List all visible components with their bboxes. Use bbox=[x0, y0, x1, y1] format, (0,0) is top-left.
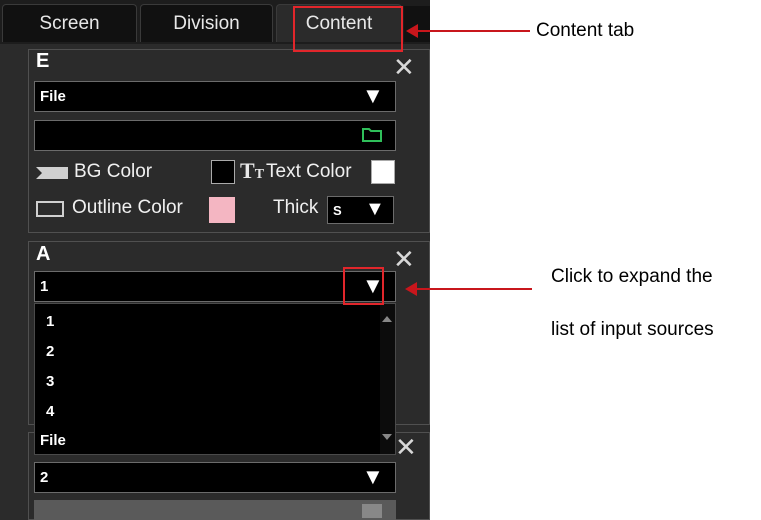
bg-color-icon bbox=[36, 166, 68, 180]
section-letter: A bbox=[36, 243, 51, 265]
expand-annotation-line1: Click to expand the bbox=[551, 266, 713, 287]
folder-icon[interactable] bbox=[362, 127, 382, 142]
source-select[interactable]: 1 bbox=[34, 271, 396, 302]
dropdown-option[interactable]: 3 bbox=[46, 373, 54, 390]
expand-button-highlight bbox=[343, 267, 384, 305]
source-select[interactable]: File bbox=[34, 81, 396, 112]
scroll-down-icon[interactable] bbox=[382, 434, 392, 440]
scroll-up-icon[interactable] bbox=[382, 316, 392, 322]
chevron-down-icon[interactable]: ▼ bbox=[362, 466, 384, 488]
content-tab-arrow-line bbox=[412, 30, 530, 32]
text-color-swatch[interactable] bbox=[371, 160, 395, 184]
folder-icon bbox=[362, 504, 382, 518]
outline-color-icon bbox=[36, 201, 64, 217]
source-select-value: 2 bbox=[40, 469, 49, 486]
bg-color-swatch[interactable] bbox=[211, 160, 235, 184]
source-select[interactable]: 2 bbox=[34, 462, 396, 493]
section-letter: E bbox=[36, 50, 50, 72]
text-color-icon: TT bbox=[240, 158, 265, 183]
dropdown-option[interactable]: File bbox=[40, 432, 66, 449]
thick-select-value: S bbox=[333, 202, 342, 218]
expand-annotation-line2: list of input sources bbox=[551, 319, 714, 340]
dropdown-option[interactable]: 4 bbox=[46, 403, 54, 420]
chevron-down-icon[interactable]: ▼ bbox=[362, 85, 384, 107]
close-icon[interactable]: ✕ bbox=[393, 246, 415, 272]
content-tab-annotation: Content tab bbox=[536, 20, 635, 41]
file-path-field-disabled bbox=[34, 500, 396, 520]
dropdown-option[interactable]: 2 bbox=[46, 343, 54, 360]
input-source-dropdown bbox=[34, 303, 396, 455]
outline-color-label: Outline Color bbox=[72, 197, 183, 218]
bg-color-label: BG Color bbox=[74, 161, 153, 182]
expand-arrow-line bbox=[414, 288, 532, 290]
source-select-value: 1 bbox=[40, 278, 49, 295]
tab-screen[interactable]: Screen bbox=[2, 4, 137, 42]
file-path-field[interactable] bbox=[34, 120, 396, 151]
expand-arrowhead bbox=[405, 282, 417, 296]
dropdown-option[interactable]: 1 bbox=[46, 313, 54, 330]
close-icon[interactable]: ✕ bbox=[395, 434, 417, 460]
content-tab-highlight bbox=[293, 6, 403, 52]
text-color-label: Text Color bbox=[266, 161, 352, 182]
content-tab-arrowhead bbox=[406, 24, 418, 38]
dropdown-scrollbar[interactable] bbox=[380, 304, 395, 454]
thick-label: Thick bbox=[273, 197, 319, 218]
outline-color-swatch[interactable] bbox=[209, 197, 235, 223]
chevron-down-icon[interactable]: ▼ bbox=[365, 198, 385, 220]
source-select-value: File bbox=[40, 88, 66, 105]
close-icon[interactable]: ✕ bbox=[393, 54, 415, 80]
tab-division[interactable]: Division bbox=[140, 4, 273, 42]
